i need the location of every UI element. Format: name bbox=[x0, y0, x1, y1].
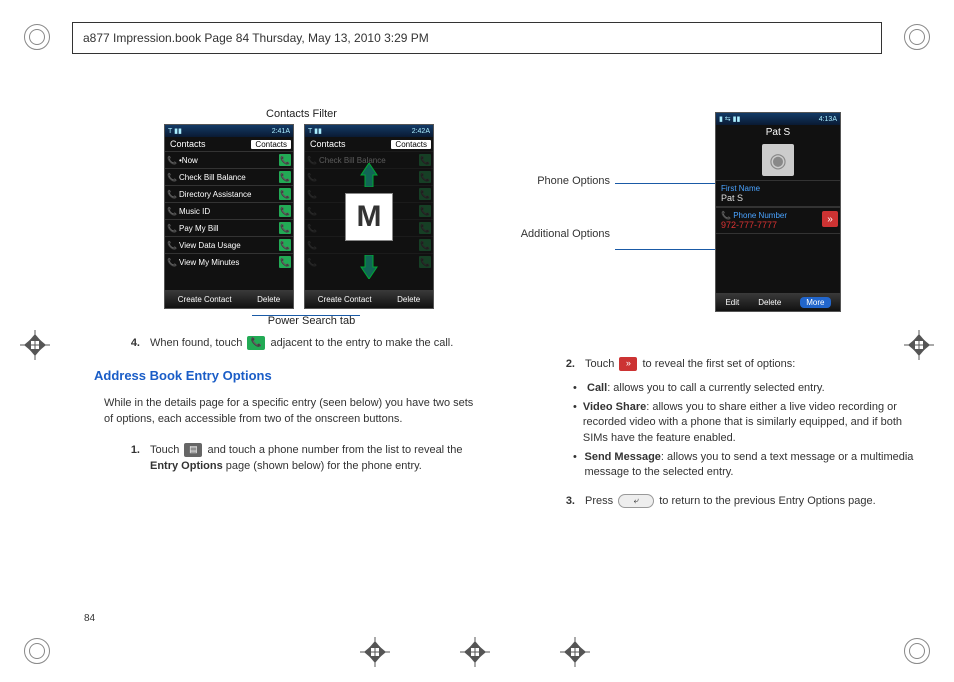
phone-screenshot-contacts: T ▮▮2:41A ContactsContacts 📞•Now📞📞Check … bbox=[164, 124, 294, 309]
list-item[interactable]: 📞View My Minutes📞 bbox=[165, 253, 293, 270]
phone-status-bar: T ▮▮2:41A bbox=[165, 125, 293, 137]
step-2: 2. Touch » to reveal the first set of op… bbox=[559, 356, 914, 373]
phone-screenshot-search: T ▮▮2:42A ContactsContacts 📞Check Bill B… bbox=[304, 124, 434, 309]
left-column: Contacts Filter T ▮▮2:41A ContactsContac… bbox=[84, 108, 479, 642]
list-item[interactable]: 📞Pay My Bill📞 bbox=[165, 219, 293, 236]
section-heading: Address Book Entry Options bbox=[94, 368, 479, 383]
phone-status-bar: T ▮▮2:42A bbox=[305, 125, 433, 137]
step-1: 1. Touch ▤ and touch a phone number from… bbox=[124, 442, 479, 475]
document-header: a877 Impression.book Page 84 Thursday, M… bbox=[72, 22, 882, 54]
power-search-letter: M bbox=[345, 193, 393, 241]
registration-mark-icon bbox=[904, 24, 930, 50]
contacts-icon: ▤ bbox=[184, 443, 202, 457]
list-item[interactable]: 📞Music ID📞 bbox=[165, 202, 293, 219]
step-3: 3. Press ⤶ to return to the previous Ent… bbox=[559, 493, 914, 510]
list-item[interactable]: 📞View Data Usage📞 bbox=[165, 236, 293, 253]
phone-title-bar: ContactsContacts bbox=[165, 137, 293, 151]
leader-line bbox=[252, 315, 360, 316]
arrow-down-icon bbox=[359, 255, 379, 282]
right-column: 2. Touch » to reveal the first set of op… bbox=[519, 108, 914, 642]
delete-button[interactable]: Delete bbox=[257, 295, 280, 304]
back-key-icon: ⤶ bbox=[618, 494, 654, 508]
page-number: 84 bbox=[84, 613, 95, 624]
arrow-up-icon bbox=[359, 163, 379, 190]
label-contacts-filter: Contacts Filter bbox=[124, 108, 479, 120]
list-item[interactable]: 📞Check Bill Balance📞 bbox=[165, 168, 293, 185]
step-4: 4. When found, touch 📞 adjacent to the e… bbox=[124, 335, 479, 352]
intro-text: While in the details page for a specific… bbox=[104, 395, 479, 428]
list-item[interactable]: 📞Directory Assistance📞 bbox=[165, 185, 293, 202]
list-item[interactable]: 📞•Now📞 bbox=[165, 151, 293, 168]
registration-mark-icon bbox=[24, 24, 50, 50]
bullet-item: •Video Share: allows you to share either… bbox=[573, 400, 914, 446]
label-power-search: Power Search tab bbox=[144, 315, 479, 327]
create-contact-button[interactable]: Create Contact bbox=[318, 295, 372, 304]
bullet-item: •Send Message: allows you to send a text… bbox=[573, 450, 914, 481]
crop-mark-icon bbox=[20, 330, 50, 360]
delete-button[interactable]: Delete bbox=[397, 295, 420, 304]
header-text: a877 Impression.book Page 84 Thursday, M… bbox=[83, 31, 429, 45]
create-contact-button[interactable]: Create Contact bbox=[178, 295, 232, 304]
phone-bottom-bar: Create Contact Delete bbox=[305, 290, 433, 308]
expand-icon: » bbox=[619, 357, 637, 371]
call-icon: 📞 bbox=[247, 336, 265, 350]
phone-title-bar: ContactsContacts bbox=[305, 137, 433, 151]
registration-mark-icon bbox=[24, 638, 50, 664]
phone-bottom-bar: Create Contact Delete bbox=[165, 290, 293, 308]
bullet-item: •Call: allows you to call a currently se… bbox=[573, 381, 914, 396]
